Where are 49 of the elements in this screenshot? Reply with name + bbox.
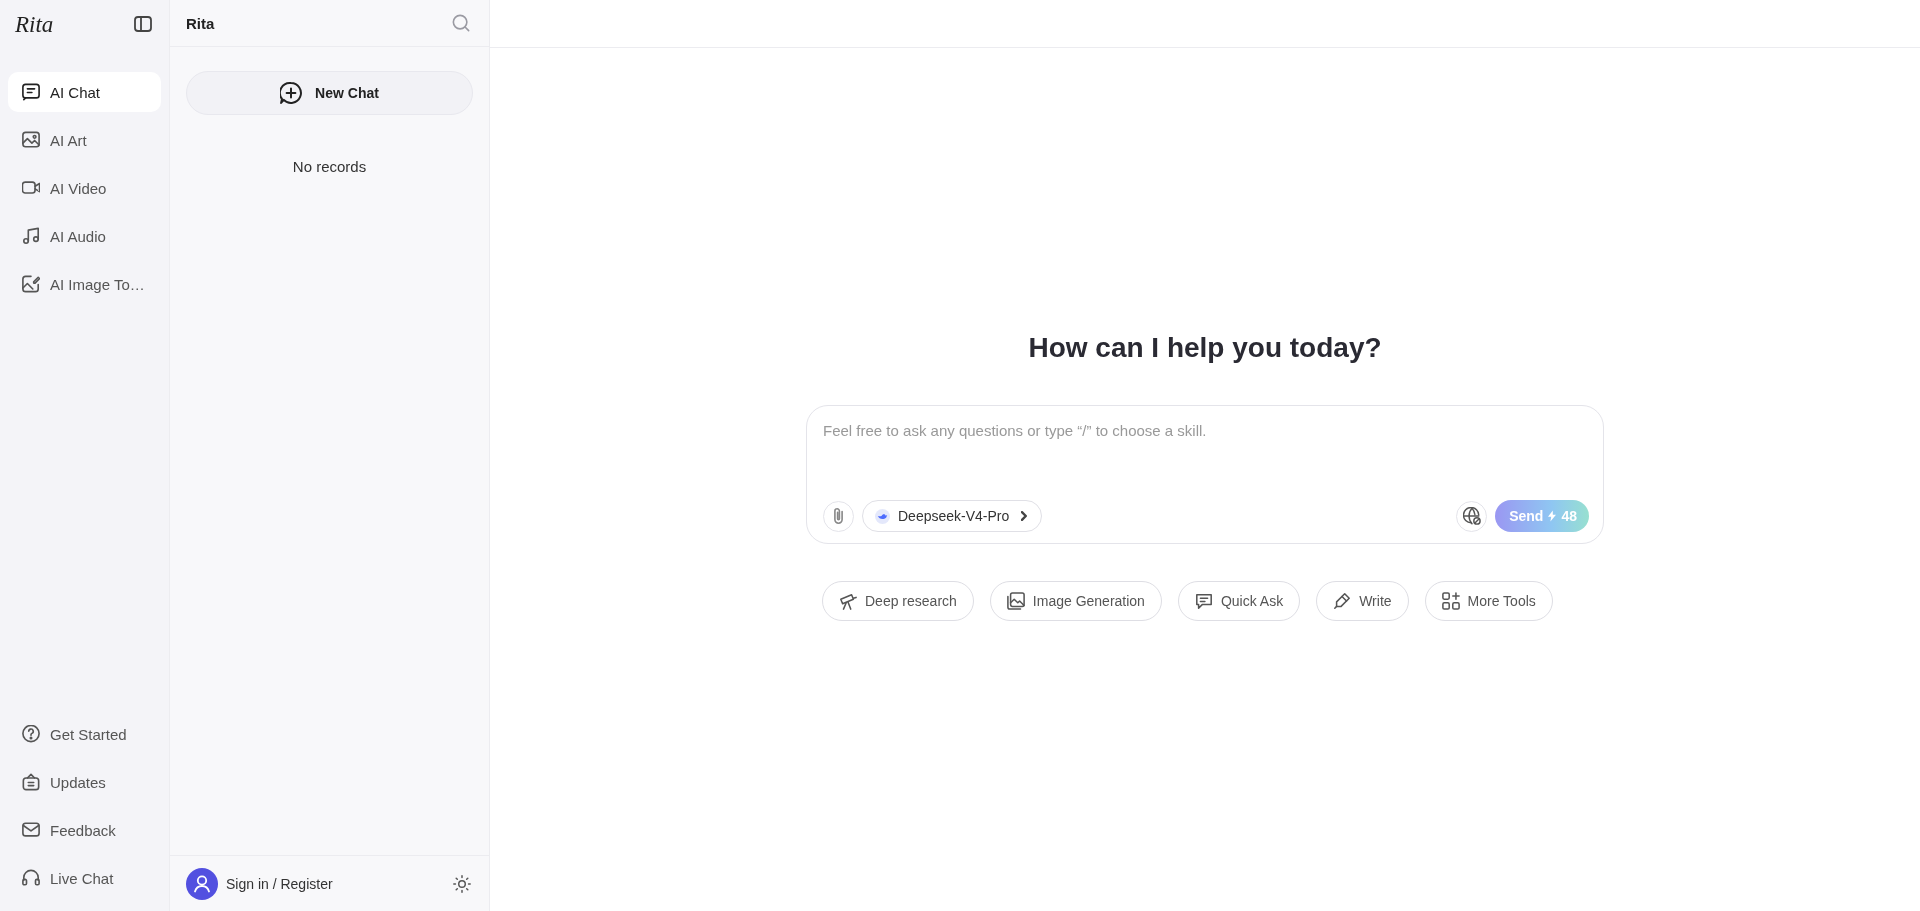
help-icon	[22, 725, 40, 743]
tool-chip[interactable]: More Tools	[1424, 581, 1553, 621]
tool-chip[interactable]: Deep research	[822, 581, 974, 621]
paperclip-icon	[833, 507, 844, 525]
web-search-button[interactable]	[1456, 500, 1488, 532]
globe-off-icon	[1462, 507, 1481, 525]
new-chat-button[interactable]: New Chat	[186, 71, 473, 115]
message-composer[interactable]: Feel free to ask any questions or type “/” to choose a skill. Deepseek-V4-Pro Send 48	[806, 405, 1604, 544]
nav-item[interactable]: Feedback	[8, 810, 161, 850]
empty-state-text: No records	[292, 158, 367, 175]
headset-icon	[22, 869, 40, 887]
pen-icon	[1333, 592, 1352, 610]
message-input[interactable]: Feel free to ask any questions or type “/” to choose a skill.	[823, 422, 1589, 500]
nav-item[interactable]: Live Chat	[8, 858, 161, 898]
mail-icon	[22, 821, 40, 839]
avatar-icon[interactable]	[186, 867, 218, 900]
images-icon	[1006, 592, 1025, 610]
grid-plus-icon	[1441, 592, 1460, 610]
greeting-heading: How can I help you today?	[1028, 331, 1382, 365]
tool-chip[interactable]: Quick Ask	[1177, 581, 1301, 621]
model-logo-icon	[875, 508, 890, 524]
panel-title: Rita	[186, 14, 215, 32]
search-icon[interactable]	[452, 14, 470, 32]
lightning-icon	[1548, 510, 1557, 522]
image-edit-icon	[22, 275, 40, 293]
sidebar-toggle-icon[interactable]	[134, 15, 152, 33]
nav-item[interactable]: Get Started	[8, 714, 161, 754]
chat-icon	[22, 83, 40, 101]
bag-icon	[22, 773, 40, 791]
nav-item[interactable]: AI Video	[8, 168, 161, 208]
sign-in-link[interactable]: Sign in / Register	[226, 875, 333, 892]
tool-chip[interactable]: Write	[1316, 581, 1409, 621]
video-camera-icon	[22, 179, 40, 197]
nav-item[interactable]: AI Audio	[8, 216, 161, 256]
nav-item[interactable]: AI Image To…	[8, 264, 161, 304]
tool-chip[interactable]: Image Generation	[989, 581, 1162, 621]
chat-plus-icon	[280, 82, 303, 104]
nav-item[interactable]: AI Chat	[8, 72, 161, 112]
telescope-icon	[839, 592, 857, 610]
message-icon	[1194, 592, 1213, 610]
sun-icon[interactable]	[453, 874, 471, 893]
nav-item[interactable]: AI Art	[8, 120, 161, 160]
image-icon	[22, 131, 40, 149]
attach-button[interactable]	[823, 500, 854, 532]
model-selector[interactable]: Deepseek-V4-Pro	[862, 500, 1043, 532]
chevron-right-icon	[1021, 511, 1028, 521]
music-note-icon	[22, 227, 40, 245]
logo[interactable]: Rita	[15, 12, 54, 36]
nav-item[interactable]: Updates	[8, 762, 161, 802]
